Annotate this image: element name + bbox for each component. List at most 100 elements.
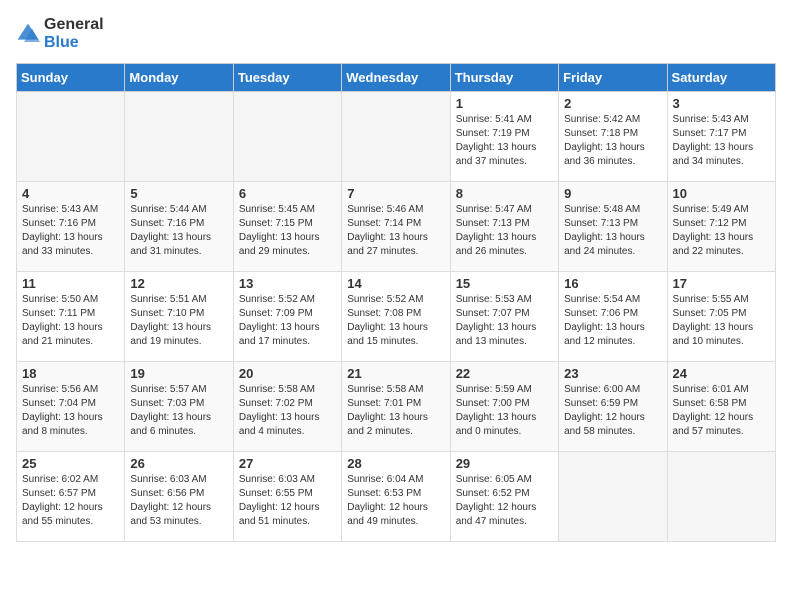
- calendar-day-cell: 27 Sunrise: 6:03 AMSunset: 6:55 PMDayligh…: [233, 452, 341, 542]
- day-info: Sunrise: 5:49 AMSunset: 7:12 PMDaylight:…: [673, 203, 770, 259]
- calendar-day-cell: 21 Sunrise: 5:58 AMSunset: 7:01 PMDayligh…: [342, 362, 450, 452]
- calendar-day-cell: [559, 452, 667, 542]
- weekday-header: Tuesday: [233, 64, 341, 92]
- calendar-day-cell: 5Sunrise: 5:44 AMSunset: 7:16 PMDaylight…: [125, 182, 233, 272]
- logo: General Blue: [16, 16, 104, 51]
- page-header: General Blue: [16, 16, 776, 51]
- day-info: Sunrise: 6:05 AMSunset: 6:52 PMDaylight:…: [456, 473, 553, 529]
- calendar-day-cell: [233, 92, 341, 182]
- day-info: Sunrise: 5:42 AMSunset: 7:18 PMDaylight:…: [564, 113, 661, 169]
- calendar-day-cell: 17 Sunrise: 5:55 AMSunset: 7:05 PMDayligh…: [667, 272, 775, 362]
- day-info: Sunrise: 5:57 AMSunset: 7:03 PMDaylight:…: [130, 383, 227, 439]
- calendar-day-cell: 29 Sunrise: 6:05 AMSunset: 6:52 PMDayligh…: [450, 452, 558, 542]
- day-info: Sunrise: 5:51 AMSunset: 7:10 PMDaylight:…: [130, 293, 227, 349]
- calendar-day-cell: 14 Sunrise: 5:52 AMSunset: 7:08 PMDayligh…: [342, 272, 450, 362]
- day-info: Sunrise: 5:56 AMSunset: 7:04 PMDaylight:…: [22, 383, 119, 439]
- calendar-day-cell: [667, 452, 775, 542]
- calendar-day-cell: 26Sunrise: 6:03 AMSunset: 6:56 PMDayligh…: [125, 452, 233, 542]
- day-number: 8: [456, 186, 553, 201]
- weekday-header: Thursday: [450, 64, 558, 92]
- day-number: 7: [347, 186, 444, 201]
- calendar-day-cell: 24 Sunrise: 6:01 AMSunset: 6:58 PMDayligh…: [667, 362, 775, 452]
- calendar-week-row: 25Sunrise: 6:02 AMSunset: 6:57 PMDayligh…: [17, 452, 776, 542]
- logo-icon: [16, 22, 40, 46]
- day-info: Sunrise: 6:03 AMSunset: 6:55 PMDaylight:…: [239, 473, 336, 529]
- day-number: 26: [130, 456, 227, 471]
- calendar-day-cell: 12Sunrise: 5:51 AMSunset: 7:10 PMDayligh…: [125, 272, 233, 362]
- day-info: Sunrise: 5:43 AMSunset: 7:16 PMDaylight:…: [22, 203, 119, 259]
- calendar-day-cell: 2 Sunrise: 5:42 AMSunset: 7:18 PMDaylight…: [559, 92, 667, 182]
- calendar-day-cell: 15 Sunrise: 5:53 AMSunset: 7:07 PMDayligh…: [450, 272, 558, 362]
- day-info: Sunrise: 5:47 AMSunset: 7:13 PMDaylight:…: [456, 203, 553, 259]
- calendar-day-cell: 8 Sunrise: 5:47 AMSunset: 7:13 PMDaylight…: [450, 182, 558, 272]
- day-number: 10: [673, 186, 770, 201]
- day-info: Sunrise: 6:04 AMSunset: 6:53 PMDaylight:…: [347, 473, 444, 529]
- day-number: 5: [130, 186, 227, 201]
- calendar-week-row: 1 Sunrise: 5:41 AMSunset: 7:19 PMDaylight…: [17, 92, 776, 182]
- day-number: 18: [22, 366, 119, 381]
- day-number: 20: [239, 366, 336, 381]
- calendar-header-row: SundayMondayTuesdayWednesdayThursdayFrid…: [17, 64, 776, 92]
- weekday-header: Saturday: [667, 64, 775, 92]
- day-number: 11: [22, 276, 119, 291]
- day-info: Sunrise: 5:58 AMSunset: 7:01 PMDaylight:…: [347, 383, 444, 439]
- weekday-header: Sunday: [17, 64, 125, 92]
- calendar-table: SundayMondayTuesdayWednesdayThursdayFrid…: [16, 63, 776, 542]
- calendar-day-cell: 22 Sunrise: 5:59 AMSunset: 7:00 PMDayligh…: [450, 362, 558, 452]
- day-info: Sunrise: 5:52 AMSunset: 7:08 PMDaylight:…: [347, 293, 444, 349]
- day-number: 17: [673, 276, 770, 291]
- calendar-day-cell: [17, 92, 125, 182]
- day-info: Sunrise: 5:55 AMSunset: 7:05 PMDaylight:…: [673, 293, 770, 349]
- day-info: Sunrise: 5:45 AMSunset: 7:15 PMDaylight:…: [239, 203, 336, 259]
- day-info: Sunrise: 5:41 AMSunset: 7:19 PMDaylight:…: [456, 113, 553, 169]
- calendar-day-cell: 25Sunrise: 6:02 AMSunset: 6:57 PMDayligh…: [17, 452, 125, 542]
- calendar-day-cell: 16 Sunrise: 5:54 AMSunset: 7:06 PMDayligh…: [559, 272, 667, 362]
- calendar-day-cell: 9Sunrise: 5:48 AMSunset: 7:13 PMDaylight…: [559, 182, 667, 272]
- day-number: 16: [564, 276, 661, 291]
- day-info: Sunrise: 5:59 AMSunset: 7:00 PMDaylight:…: [456, 383, 553, 439]
- day-number: 13: [239, 276, 336, 291]
- day-info: Sunrise: 6:01 AMSunset: 6:58 PMDaylight:…: [673, 383, 770, 439]
- day-number: 22: [456, 366, 553, 381]
- logo-blue: Blue: [44, 34, 79, 51]
- weekday-header: Wednesday: [342, 64, 450, 92]
- day-number: 3: [673, 96, 770, 111]
- day-number: 1: [456, 96, 553, 111]
- calendar-day-cell: 10 Sunrise: 5:49 AMSunset: 7:12 PMDayligh…: [667, 182, 775, 272]
- day-info: Sunrise: 5:46 AMSunset: 7:14 PMDaylight:…: [347, 203, 444, 259]
- calendar-day-cell: 7 Sunrise: 5:46 AMSunset: 7:14 PMDaylight…: [342, 182, 450, 272]
- logo-text: General Blue: [44, 16, 104, 51]
- calendar-day-cell: 20 Sunrise: 5:58 AMSunset: 7:02 PMDayligh…: [233, 362, 341, 452]
- calendar-day-cell: [342, 92, 450, 182]
- day-number: 25: [22, 456, 119, 471]
- calendar-week-row: 18 Sunrise: 5:56 AMSunset: 7:04 PMDayligh…: [17, 362, 776, 452]
- day-number: 24: [673, 366, 770, 381]
- day-number: 2: [564, 96, 661, 111]
- calendar-day-cell: 1 Sunrise: 5:41 AMSunset: 7:19 PMDaylight…: [450, 92, 558, 182]
- calendar-day-cell: 23Sunrise: 6:00 AMSunset: 6:59 PMDayligh…: [559, 362, 667, 452]
- day-number: 21: [347, 366, 444, 381]
- calendar-day-cell: 6 Sunrise: 5:45 AMSunset: 7:15 PMDaylight…: [233, 182, 341, 272]
- day-info: Sunrise: 5:53 AMSunset: 7:07 PMDaylight:…: [456, 293, 553, 349]
- day-number: 14: [347, 276, 444, 291]
- day-info: Sunrise: 5:43 AMSunset: 7:17 PMDaylight:…: [673, 113, 770, 169]
- day-info: Sunrise: 5:50 AMSunset: 7:11 PMDaylight:…: [22, 293, 119, 349]
- weekday-header: Monday: [125, 64, 233, 92]
- calendar-day-cell: 28Sunrise: 6:04 AMSunset: 6:53 PMDayligh…: [342, 452, 450, 542]
- day-info: Sunrise: 5:54 AMSunset: 7:06 PMDaylight:…: [564, 293, 661, 349]
- day-number: 15: [456, 276, 553, 291]
- day-number: 29: [456, 456, 553, 471]
- logo-general: General: [44, 16, 104, 33]
- day-number: 6: [239, 186, 336, 201]
- day-number: 19: [130, 366, 227, 381]
- calendar-week-row: 4Sunrise: 5:43 AMSunset: 7:16 PMDaylight…: [17, 182, 776, 272]
- calendar-day-cell: 13Sunrise: 5:52 AMSunset: 7:09 PMDayligh…: [233, 272, 341, 362]
- calendar-day-cell: [125, 92, 233, 182]
- calendar-day-cell: 4Sunrise: 5:43 AMSunset: 7:16 PMDaylight…: [17, 182, 125, 272]
- calendar-day-cell: 19 Sunrise: 5:57 AMSunset: 7:03 PMDayligh…: [125, 362, 233, 452]
- weekday-header: Friday: [559, 64, 667, 92]
- day-number: 27: [239, 456, 336, 471]
- day-info: Sunrise: 5:58 AMSunset: 7:02 PMDaylight:…: [239, 383, 336, 439]
- calendar-week-row: 11 Sunrise: 5:50 AMSunset: 7:11 PMDayligh…: [17, 272, 776, 362]
- calendar-day-cell: 11 Sunrise: 5:50 AMSunset: 7:11 PMDayligh…: [17, 272, 125, 362]
